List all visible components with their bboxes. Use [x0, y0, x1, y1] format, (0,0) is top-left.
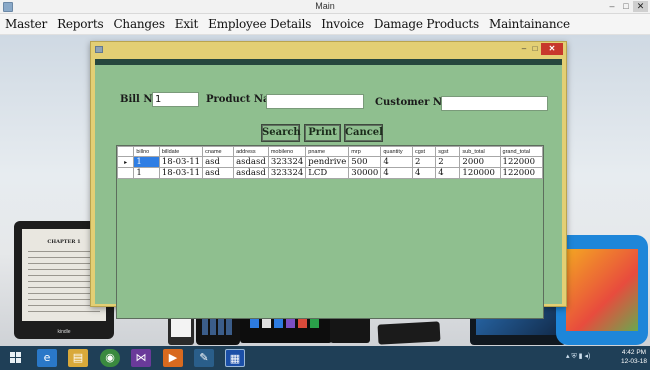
grid-header-row: billno billdate cname address mobileno p…	[116, 146, 544, 157]
column-header[interactable]: cname	[202, 146, 235, 157]
column-header[interactable]: sub_total	[459, 146, 501, 157]
menu-damage-products[interactable]: Damage Products	[374, 17, 479, 31]
table-cell[interactable]: 122000	[499, 167, 544, 179]
column-header[interactable]: billno	[133, 146, 160, 157]
form-maximize-button[interactable]: □	[529, 44, 541, 55]
bill-data-grid[interactable]: billno billdate cname address mobileno p…	[116, 145, 544, 319]
print-button[interactable]: Print	[304, 124, 341, 142]
table-cell[interactable]: 4	[380, 167, 413, 179]
table-cell[interactable]: 2	[435, 156, 461, 168]
grid-corner-cell	[116, 146, 135, 157]
menu-maintainance[interactable]: Maintainance	[489, 17, 570, 31]
table-cell[interactable]: 120000	[459, 167, 501, 179]
form-titlebar: ‒ □ ✕	[91, 42, 566, 58]
customer-name-input[interactable]	[441, 96, 548, 111]
row-selector[interactable]: ▸	[116, 156, 135, 168]
paint-icon[interactable]: ✎	[194, 349, 214, 367]
menu-changes[interactable]: Changes	[113, 17, 165, 31]
column-header[interactable]: pname	[305, 146, 350, 157]
table-cell[interactable]: 1	[133, 156, 160, 168]
table-cell[interactable]: asdasd	[233, 156, 269, 168]
table-cell[interactable]: LCD	[305, 167, 350, 179]
menu-bar: Master Reports Changes Exit Employee Det…	[0, 14, 650, 35]
bill-no-input[interactable]: 1	[152, 92, 199, 107]
table-row[interactable]: 1 18-03-11 asd asdasd 323324 LCD 30000 4…	[116, 167, 544, 179]
form-header-band	[95, 59, 562, 65]
menu-master[interactable]: Master	[5, 17, 47, 31]
column-header[interactable]: billdate	[158, 146, 204, 157]
column-header[interactable]: mrp	[348, 146, 382, 157]
column-header[interactable]: quantity	[380, 146, 413, 157]
taskbar-clock[interactable]: 4:42 PM 12-03-18	[620, 348, 648, 366]
menu-exit[interactable]: Exit	[175, 17, 199, 31]
table-cell[interactable]: 323324	[267, 156, 307, 168]
column-header[interactable]: address	[233, 146, 269, 157]
table-cell[interactable]: 4	[435, 167, 461, 179]
cancel-button[interactable]: Cancel	[344, 124, 383, 142]
table-cell[interactable]: asd	[202, 167, 235, 179]
table-cell[interactable]: 30000	[348, 167, 382, 179]
table-cell[interactable]: 2000	[459, 156, 501, 168]
clock-date: 12-03-18	[620, 358, 648, 365]
table-cell[interactable]: asd	[202, 156, 235, 168]
table-cell[interactable]: 323324	[267, 167, 307, 179]
form-close-button[interactable]: ✕	[541, 43, 563, 55]
table-cell[interactable]: 2	[411, 156, 437, 168]
clock-time: 4:42 PM	[621, 349, 647, 356]
table-cell[interactable]: asdasd	[233, 167, 269, 179]
system-tray[interactable]: ▴ ⛨ ▮ ◂)	[566, 352, 590, 361]
menu-employee-details[interactable]: Employee Details	[208, 17, 311, 31]
column-header[interactable]: cgst	[411, 146, 437, 157]
windows-start-icon[interactable]	[10, 352, 22, 364]
table-cell[interactable]: pendrive	[305, 156, 350, 168]
row-selector[interactable]	[116, 167, 135, 179]
media-player-icon[interactable]: ▶	[163, 349, 183, 367]
table-cell[interactable]: 4	[411, 167, 437, 179]
table-cell[interactable]: 122000	[499, 156, 544, 168]
minimize-button[interactable]: ‒	[606, 1, 618, 12]
table-cell[interactable]: 500	[348, 156, 382, 168]
table-cell[interactable]: 4	[380, 156, 413, 168]
visual-studio-icon[interactable]: ⋈	[131, 349, 151, 367]
chrome-icon[interactable]: ◉	[100, 349, 120, 367]
main-window-titlebar: Main ‒ □ ✕	[0, 0, 650, 14]
search-button[interactable]: Search	[261, 124, 301, 142]
product-name-input[interactable]	[266, 94, 364, 109]
maximize-button[interactable]: □	[620, 1, 632, 12]
running-app-icon[interactable]: ▦	[225, 349, 245, 367]
window-title: Main	[315, 1, 335, 11]
form-icon	[95, 46, 103, 53]
file-explorer-icon[interactable]: ▤	[68, 349, 88, 367]
column-header[interactable]: mobileno	[267, 146, 307, 157]
table-row[interactable]: ▸ 1 18-03-11 asd asdasd 323324 pendrive …	[116, 156, 544, 168]
table-cell[interactable]: 18-03-11	[158, 167, 204, 179]
column-header[interactable]: sgst	[435, 146, 461, 157]
bill-table: billno billdate cname address mobileno p…	[116, 146, 544, 179]
close-button[interactable]: ✕	[633, 1, 648, 12]
tv-stick-image	[377, 321, 441, 345]
kindle-brand: kindle	[57, 329, 71, 335]
table-cell[interactable]: 18-03-11	[158, 156, 204, 168]
internet-explorer-icon[interactable]: e	[37, 349, 57, 367]
column-header[interactable]: grand_total	[499, 146, 544, 157]
menu-reports[interactable]: Reports	[57, 17, 104, 31]
menu-invoice[interactable]: Invoice	[321, 17, 364, 31]
taskbar: e ▤ ◉ ⋈ ▶ ✎ ▦ ▴ ⛨ ▮ ◂) 4:42 PM 12-03-18	[0, 346, 650, 370]
table-cell[interactable]: 1	[133, 167, 160, 179]
bill-search-form: ‒ □ ✕ Bill No : 1 Product Name : Custome…	[90, 41, 567, 319]
kids-tablet-image	[556, 235, 648, 345]
